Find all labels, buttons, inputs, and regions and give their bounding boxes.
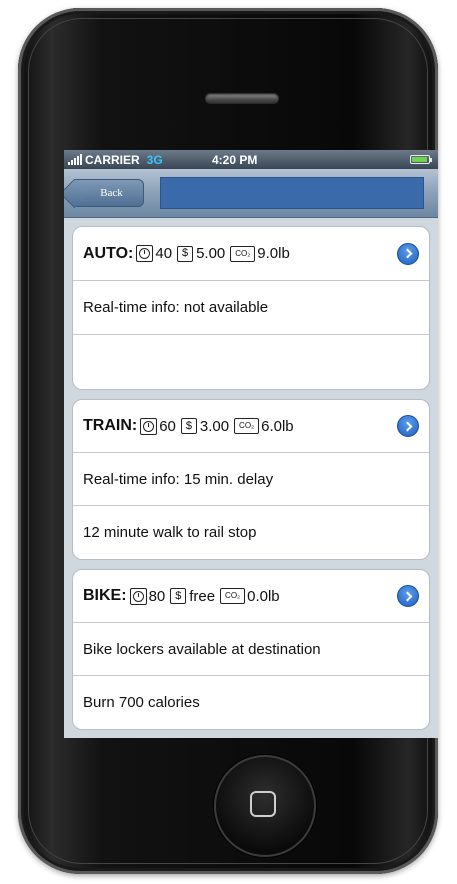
- detail-row: Bike lockers available at destination: [73, 623, 429, 676]
- detail-row: [73, 335, 429, 389]
- mode-label: AUTO:: [83, 244, 134, 262]
- travel-cost: 5.00: [196, 245, 226, 262]
- co2-icon: CO₂: [220, 588, 246, 604]
- travel-cost: 3.00: [199, 417, 230, 435]
- earpiece-speaker: [205, 93, 279, 104]
- travel-time: 60: [159, 417, 176, 435]
- co2-icon: CO₂: [230, 245, 256, 262]
- carrier-name: CARRIER: [85, 152, 140, 167]
- detail-row: Real-time info: 15 min. delay: [73, 453, 429, 506]
- clock-icon: [140, 417, 158, 435]
- detail-row: Burn 700 calories: [83, 694, 200, 711]
- mode-label: BIKE:: [83, 587, 127, 604]
- network-type: 3G: [146, 152, 163, 167]
- travel-cost: free: [189, 587, 216, 605]
- detail-row: Real-time info: not available: [73, 281, 429, 335]
- back-button-label: Back: [100, 187, 123, 199]
- status-bar: CARRIER 3G 4:20 PM: [64, 150, 438, 169]
- route-header-auto[interactable]: AUTO: 40 $ 5.00 CO₂ 9.0lb: [73, 227, 429, 281]
- back-button[interactable]: Back: [74, 179, 144, 207]
- screen: CARRIER 3G 4:20 PM Back AUTO: 40 $ 5.00: [64, 150, 438, 738]
- home-square-icon: [250, 791, 276, 817]
- mode-label: TRAIN:: [83, 417, 138, 434]
- travel-time: 40: [155, 245, 173, 262]
- co2-emission: 9.0lb: [257, 245, 290, 262]
- title-field: [160, 177, 424, 209]
- travel-time: 80: [148, 587, 166, 605]
- battery-icon: [410, 155, 432, 164]
- home-button[interactable]: [214, 755, 316, 857]
- route-card-train: TRAIN: 60 $ 3.00 CO₂ 6.0lb Real-time inf…: [72, 399, 430, 560]
- status-time: 4:20 PM: [212, 152, 258, 167]
- co2-icon: CO₂: [234, 418, 260, 434]
- navigation-bar: Back: [64, 169, 438, 218]
- route-card-auto: AUTO: 40 $ 5.00 CO₂ 9.0lb Real-time info…: [72, 226, 430, 390]
- dollar-icon: $: [177, 245, 194, 262]
- route-options-list: AUTO: 40 $ 5.00 CO₂ 9.0lb Real-time info…: [64, 218, 438, 730]
- clock-icon: [136, 245, 154, 262]
- route-header-train[interactable]: TRAIN: 60 $ 3.00 CO₂ 6.0lb: [73, 400, 429, 453]
- disclosure-button[interactable]: [397, 415, 419, 437]
- route-header-bike[interactable]: BIKE: 80 $ free CO₂ 0.0lb: [73, 570, 429, 623]
- co2-emission: 6.0lb: [261, 417, 294, 435]
- dollar-icon: $: [170, 588, 187, 604]
- disclosure-button[interactable]: [397, 585, 419, 607]
- route-card-bike: BIKE: 80 $ free CO₂ 0.0lb Bike lockers a…: [72, 569, 430, 730]
- detail-row: 12 minute walk to rail stop: [83, 524, 257, 541]
- clock-icon: [129, 587, 147, 605]
- dollar-icon: $: [180, 418, 197, 434]
- co2-emission: 0.0lb: [247, 587, 280, 605]
- signal-strength-icon: [68, 154, 82, 165]
- disclosure-button[interactable]: [397, 242, 419, 265]
